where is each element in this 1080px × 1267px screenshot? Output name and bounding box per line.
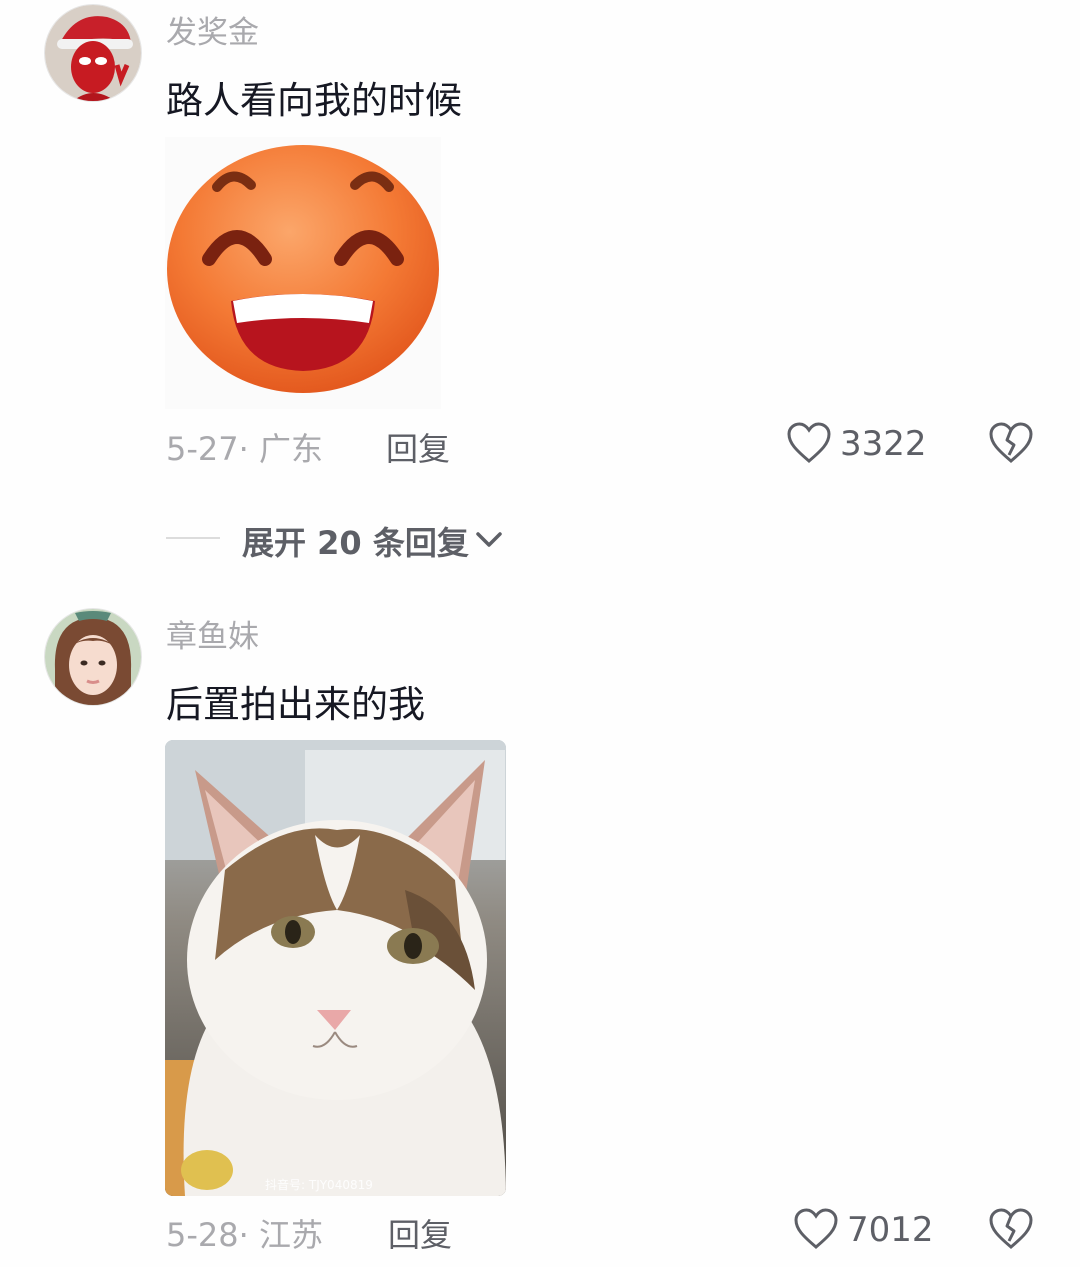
like-button[interactable] [793, 1208, 839, 1250]
broken-heart-icon [988, 422, 1034, 464]
user-avatar[interactable] [44, 4, 142, 102]
heart-icon [793, 1208, 839, 1250]
comment-date: 5-27 [166, 430, 239, 468]
reply-button[interactable]: 回复 [388, 1210, 452, 1256]
comment-date: 5-28 [166, 1216, 239, 1254]
comment-meta: 5-27· 广东 [166, 424, 323, 470]
meta-separator: · [238, 1216, 259, 1254]
comment-text: 路人看向我的时候 [166, 79, 462, 122]
username[interactable]: 章鱼妹 [166, 611, 259, 656]
user-avatar[interactable] [44, 608, 142, 706]
like-button[interactable] [786, 422, 832, 464]
chevron-down-icon [475, 529, 503, 553]
heart-icon [786, 422, 832, 464]
dislike-button[interactable] [988, 422, 1034, 464]
comment-meta: 5-28· 江苏 [166, 1210, 323, 1256]
comment-location: 广东 [258, 430, 323, 468]
comment-text: 后置拍出来的我 [166, 683, 425, 726]
image-watermark: 抖音号: TJY040819 [265, 1178, 373, 1192]
dislike-button[interactable] [988, 1208, 1034, 1250]
expand-divider [166, 537, 220, 539]
username[interactable]: 发奖金 [166, 7, 259, 52]
like-count: 7012 [847, 1210, 934, 1250]
comment-image-cat[interactable]: 抖音号: TJY040819 [165, 740, 506, 1196]
expand-replies-label: 展开 20 条回复 [242, 524, 469, 562]
meta-separator: · [238, 430, 259, 468]
comment-image-emoji[interactable] [165, 137, 441, 409]
like-count: 3322 [840, 424, 927, 464]
reply-button[interactable]: 回复 [386, 424, 450, 470]
expand-replies-button[interactable]: 展开 20 条回复 [242, 518, 503, 564]
broken-heart-icon [988, 1208, 1034, 1250]
comment-location: 江苏 [258, 1216, 323, 1254]
